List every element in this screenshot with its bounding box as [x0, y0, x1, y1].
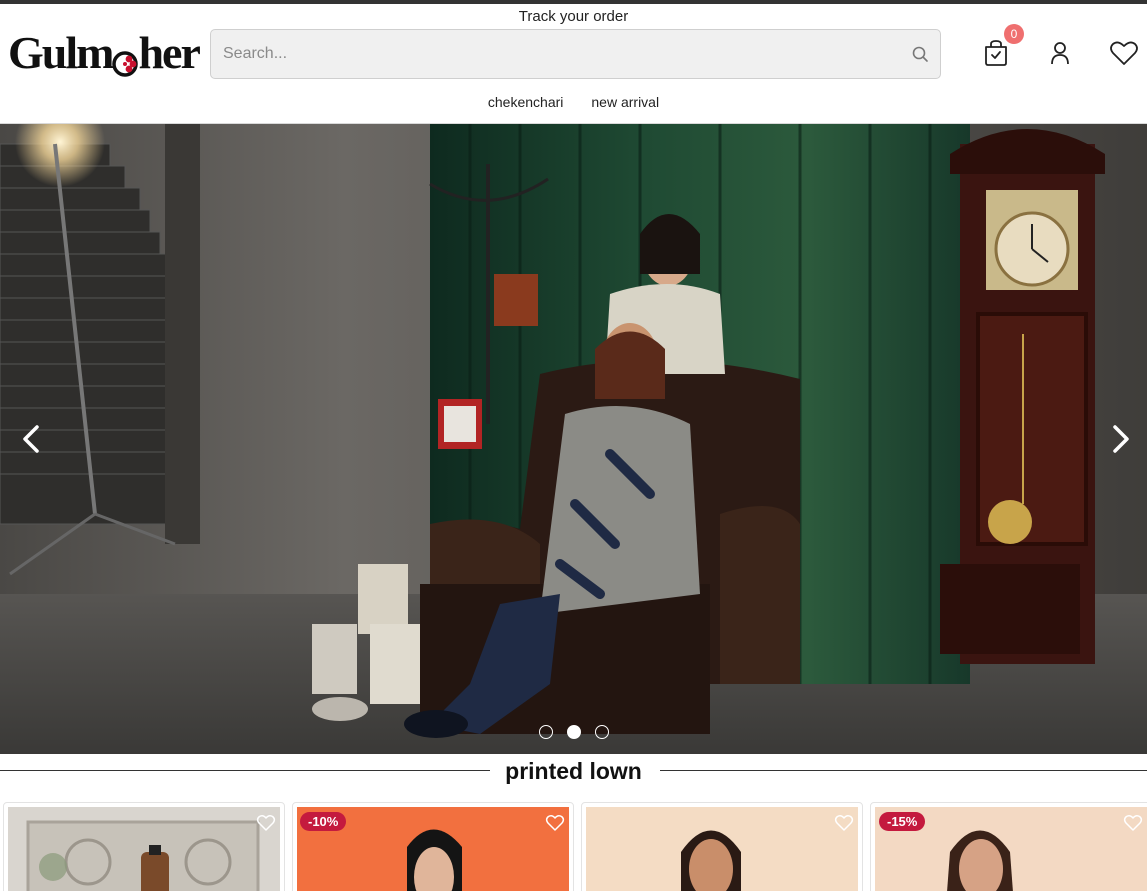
site-header: Track your order Gulm her Search... 0 ch…: [0, 4, 1147, 124]
wishlist-button[interactable]: [1107, 36, 1141, 70]
main-nav: chekenchari new arrival: [0, 94, 1147, 110]
search-bar: [210, 29, 941, 79]
logo-text-start: Gulm: [8, 26, 114, 78]
carousel-dot-3[interactable]: [594, 725, 609, 739]
carousel-next-button[interactable]: [1102, 421, 1138, 457]
section-header: printed lown: [0, 754, 1147, 798]
site-logo[interactable]: Gulm her: [8, 26, 201, 78]
carousel-prev-button[interactable]: [14, 421, 50, 457]
logo-text-end: her: [138, 26, 200, 78]
carousel-dots: [0, 725, 1147, 739]
cart-count-badge: 0: [1004, 24, 1024, 44]
carousel-dot-2[interactable]: [566, 725, 581, 739]
chevron-left-icon: [23, 425, 39, 453]
product-card[interactable]: [581, 802, 863, 891]
hero-banner-image: [0, 124, 1147, 754]
logo-flower-icon: [110, 37, 140, 77]
product-card[interactable]: [3, 802, 285, 891]
nav-item-new-arrival[interactable]: new arrival: [591, 94, 659, 110]
wishlist-heart-icon[interactable]: [256, 813, 276, 833]
product-image[interactable]: [586, 807, 858, 891]
discount-badge: -10%: [300, 812, 347, 831]
heart-icon: [1110, 41, 1138, 65]
discount-badge: -15%: [879, 812, 926, 831]
product-image[interactable]: [8, 807, 280, 891]
nav-item-chekenchari[interactable]: chekenchari: [488, 94, 564, 110]
user-icon: [1051, 42, 1069, 65]
product-grid: -10% -15%: [3, 802, 1147, 891]
hero-carousel: [0, 124, 1147, 754]
track-order-link[interactable]: Track your order: [0, 8, 1147, 25]
search-input[interactable]: [211, 30, 901, 78]
section-title: printed lown: [505, 758, 642, 784]
chevron-right-icon: [1113, 425, 1129, 453]
wishlist-heart-icon[interactable]: [545, 813, 565, 833]
wishlist-heart-icon[interactable]: [834, 813, 854, 833]
carousel-dot-1[interactable]: [538, 725, 553, 739]
search-icon[interactable]: [910, 44, 930, 64]
wishlist-heart-icon[interactable]: [1123, 813, 1143, 833]
account-button[interactable]: [1043, 36, 1077, 70]
